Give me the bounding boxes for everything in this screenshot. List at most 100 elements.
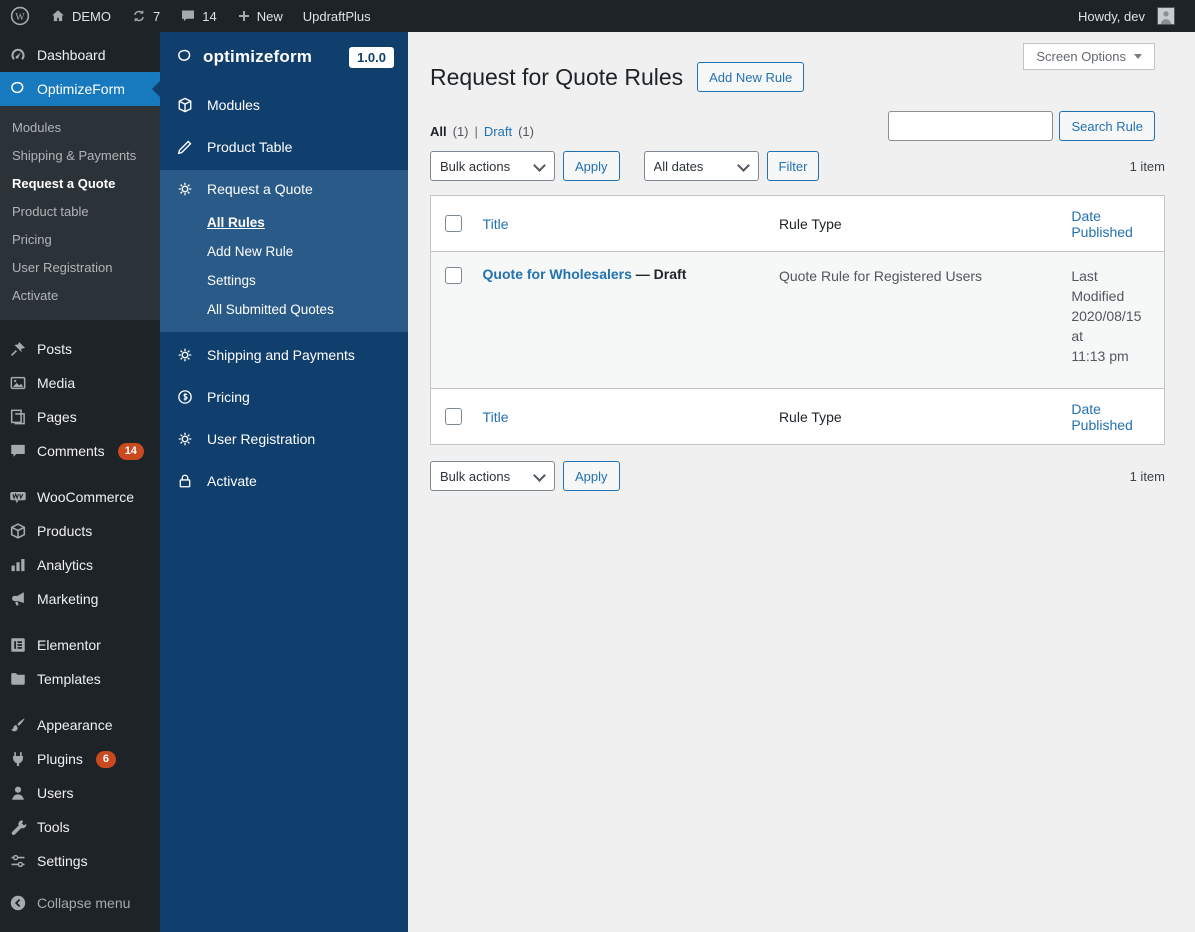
filter-button[interactable]: Filter [766, 151, 820, 181]
submenu-user-registration[interactable]: User Registration [0, 254, 160, 282]
plugin-item-shipping-payments[interactable]: Shipping and Payments [160, 336, 408, 374]
new-content-button[interactable]: New [227, 0, 293, 32]
select-all-checkbox-bottom[interactable] [445, 408, 462, 426]
plugin-sub-add-new-rule[interactable]: Add New Rule [160, 237, 408, 266]
plugin-sub-settings[interactable]: Settings [160, 266, 408, 295]
submenu-product-table[interactable]: Product table [0, 198, 160, 226]
plugin-item-pricing[interactable]: Pricing [160, 378, 408, 416]
date-published-cell: Last Modified 2020/08/15 at 11:13 pm [1071, 268, 1142, 364]
plugin-item-product-table[interactable]: Product Table [160, 128, 408, 166]
optimizeform-blob-icon [8, 80, 28, 98]
add-new-rule-button[interactable]: Add New Rule [697, 62, 805, 92]
sidebar-item-appearance[interactable]: Appearance [0, 708, 160, 742]
pencil-icon [176, 138, 194, 156]
submenu-pricing[interactable]: Pricing [0, 226, 160, 254]
table-row: Quote for Wholesalers — Draft Quote Rule… [430, 251, 1165, 389]
bulk-actions-select-bottom[interactable]: Bulk actions [430, 461, 555, 491]
gear-icon [176, 180, 194, 198]
settings-sliders-icon [8, 852, 28, 870]
sidebar-item-woocommerce[interactable]: WooCommerce [0, 480, 160, 514]
sidebar-item-templates[interactable]: Templates [0, 662, 160, 696]
comments-bubble-icon [180, 8, 196, 24]
sort-title-header[interactable]: Title [483, 216, 509, 232]
plugin-sub-all-rules[interactable]: All Rules [160, 208, 408, 237]
comments-button[interactable]: 14 [170, 0, 226, 32]
submenu-shipping-payments[interactable]: Shipping & Payments [0, 142, 160, 170]
plugin-sub-all-submitted-quotes[interactable]: All Submitted Quotes [160, 295, 408, 324]
sort-date-header[interactable]: Date Published [1071, 208, 1133, 240]
cube-icon [176, 96, 194, 114]
submenu-modules[interactable]: Modules [0, 114, 160, 142]
row-checkbox[interactable] [445, 266, 462, 284]
plugin-sidebar: optimizeform 1.0.0 Modules Product Table… [160, 32, 408, 932]
sidebar-item-plugins[interactable]: Plugins 6 [0, 742, 160, 776]
plugin-item-modules[interactable]: Modules [160, 86, 408, 124]
wp-logo-button[interactable]: W [0, 0, 40, 32]
rule-type-footer: Rule Type [778, 408, 842, 425]
search-rule-button[interactable]: Search Rule [1059, 111, 1155, 141]
main-content: Screen Options Request for Quote Rules A… [408, 32, 1195, 932]
table-header-row: Title Rule Type Date Published [430, 196, 1165, 252]
sort-title-footer[interactable]: Title [483, 409, 509, 425]
account-menu[interactable]: Howdy, dev [1068, 0, 1185, 32]
analytics-bars-icon [8, 556, 28, 574]
request-a-quote-section: Request a Quote All Rules Add New Rule S… [160, 170, 408, 332]
comments-count-badge: 14 [117, 442, 144, 460]
wp-sidebar: Dashboard OptimizeForm Modules Shipping … [0, 32, 160, 932]
media-icon [8, 374, 28, 392]
pages-icon [8, 408, 28, 426]
select-all-checkbox[interactable] [445, 215, 462, 233]
sidebar-item-pages[interactable]: Pages [0, 400, 160, 434]
updraftplus-menu[interactable]: UpdraftPlus [293, 0, 381, 32]
sidebar-item-marketing[interactable]: Marketing [0, 582, 160, 616]
avatar [1157, 7, 1175, 25]
gear-icon [176, 430, 194, 448]
search-input[interactable] [888, 111, 1054, 141]
sidebar-item-posts[interactable]: Posts [0, 332, 160, 366]
sidebar-item-optimizeform[interactable]: OptimizeForm [0, 72, 160, 106]
site-menu[interactable]: DEMO [40, 0, 121, 32]
sidebar-item-settings[interactable]: Settings [0, 844, 160, 878]
rule-title-link[interactable]: Quote for Wholesalers [483, 266, 632, 282]
lock-icon [176, 472, 194, 490]
elementor-icon [8, 636, 28, 654]
templates-folder-icon [8, 670, 28, 688]
plugin-item-activate[interactable]: Activate [160, 462, 408, 500]
sidebar-item-users[interactable]: Users [0, 776, 160, 810]
plugin-brand: optimizeform 1.0.0 [160, 32, 408, 82]
search-box: Search Rule [888, 111, 1155, 141]
apply-button-bottom[interactable]: Apply [563, 461, 620, 491]
date-filter-select[interactable]: All dates [643, 151, 759, 181]
view-all-count: (1) [452, 124, 469, 139]
sidebar-item-comments[interactable]: Comments 14 [0, 434, 160, 468]
updates-button[interactable]: 7 [121, 0, 170, 32]
optimizeform-submenu: Modules Shipping & Payments Request a Qu… [0, 106, 160, 320]
page-title: Request for Quote Rules [430, 63, 684, 90]
gear-icon [176, 346, 194, 364]
plugin-item-request-a-quote[interactable]: Request a Quote [160, 170, 408, 208]
submenu-request-a-quote[interactable]: Request a Quote [0, 170, 160, 198]
home-icon [50, 8, 66, 24]
products-box-icon [8, 522, 28, 540]
submenu-activate[interactable]: Activate [0, 282, 160, 310]
view-draft-link[interactable]: Draft [484, 124, 512, 139]
marketing-megaphone-icon [8, 590, 28, 608]
sort-date-footer[interactable]: Date Published [1071, 401, 1133, 433]
plugin-brand-name: optimizeform [203, 47, 313, 66]
plus-icon [237, 9, 251, 23]
apply-button[interactable]: Apply [563, 151, 620, 181]
updates-icon [131, 8, 147, 24]
bulk-actions-select[interactable]: Bulk actions [430, 151, 555, 181]
rules-table: Title Rule Type Date Published Quote for… [430, 195, 1165, 445]
collapse-menu-button[interactable]: Collapse menu [0, 886, 160, 920]
sidebar-item-media[interactable]: Media [0, 366, 160, 400]
sidebar-item-tools[interactable]: Tools [0, 810, 160, 844]
sidebar-item-elementor[interactable]: Elementor [0, 628, 160, 662]
sidebar-item-dashboard[interactable]: Dashboard [0, 38, 160, 72]
sidebar-item-products[interactable]: Products [0, 514, 160, 548]
tablenav-bottom: Bulk actions Apply 1 item [430, 461, 1165, 491]
view-all-link[interactable]: All [430, 124, 447, 139]
sidebar-item-analytics[interactable]: Analytics [0, 548, 160, 582]
plugin-item-user-registration[interactable]: User Registration [160, 420, 408, 458]
plugins-plug-icon [8, 750, 28, 768]
